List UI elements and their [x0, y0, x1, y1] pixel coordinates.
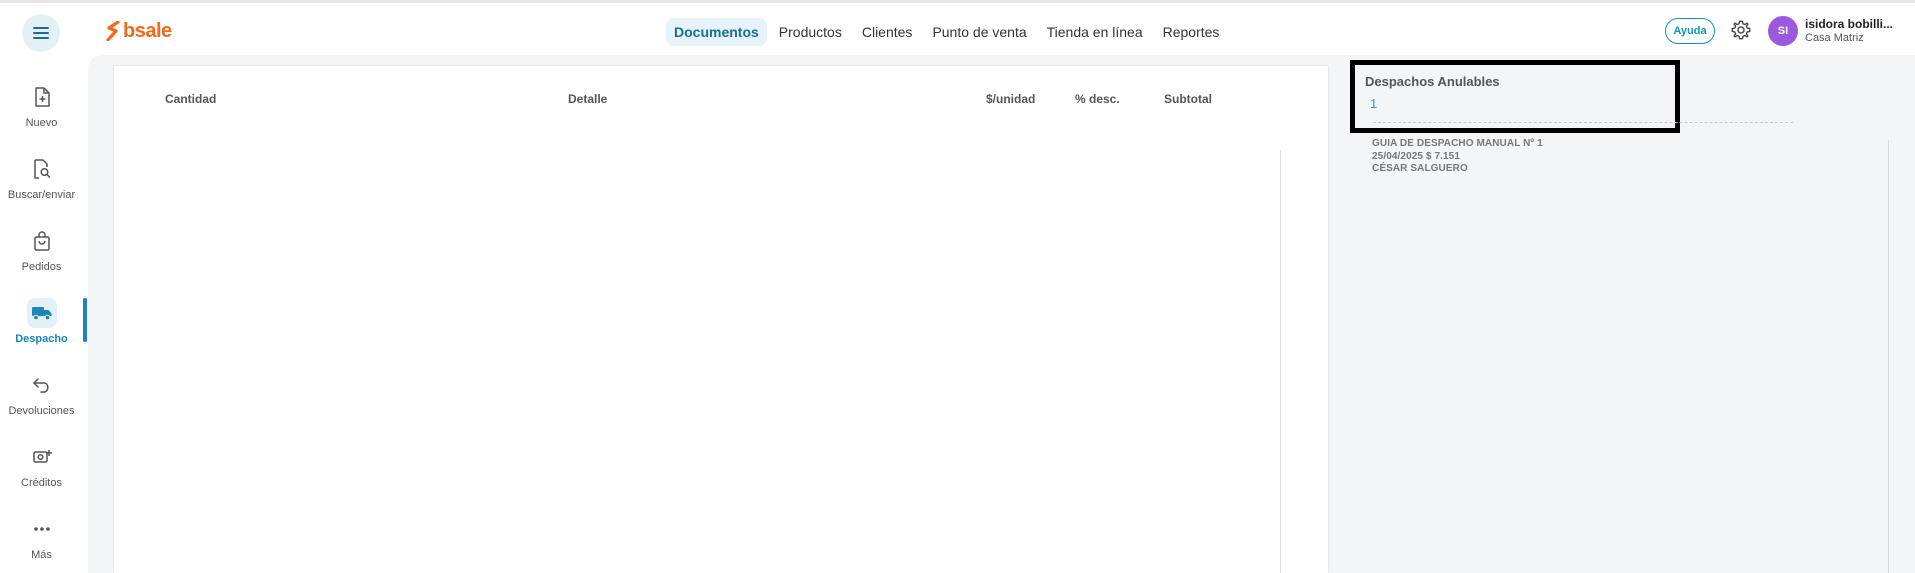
return-arrow-icon	[27, 370, 57, 400]
dispatch-entry-client: CÉSAR SALGUERO	[1372, 163, 1468, 174]
nav-tienda-en-linea[interactable]: Tienda en línea	[1039, 18, 1151, 46]
column-header-descuento: % desc.	[1075, 92, 1120, 106]
nav-clientes[interactable]: Clientes	[854, 18, 921, 46]
user-info[interactable]: isidora bobilli... Casa Matriz	[1805, 17, 1910, 44]
sidebar-item-label: Despacho	[15, 333, 68, 345]
sidebar-item-label: Pedidos	[21, 261, 62, 273]
sidebar-item-label: Nuevo	[25, 117, 58, 129]
sidebar-item-nuevo[interactable]: Nuevo	[0, 82, 83, 142]
sidebar-item-label: Buscar/enviar	[7, 189, 76, 201]
sidebar-item-devoluciones[interactable]: Devoluciones	[0, 370, 83, 430]
truck-icon	[26, 298, 57, 328]
document-details-panel: Cantidad Detalle $/unidad % desc. Subtot…	[114, 66, 1328, 573]
sidebar-item-buscar-enviar[interactable]: Buscar/enviar	[0, 154, 83, 214]
gear-icon[interactable]	[1730, 19, 1752, 41]
sidebar-item-creditos[interactable]: Créditos	[0, 442, 83, 502]
search-document-icon	[27, 154, 57, 184]
dispatch-panel-title: Despachos Anulables	[1365, 74, 1500, 89]
dashed-divider	[1373, 122, 1793, 123]
nav-productos[interactable]: Productos	[771, 18, 850, 46]
nav-documentos[interactable]: Documentos	[666, 18, 767, 46]
column-header-detalle: Detalle	[568, 92, 608, 106]
dispatch-entry-document: GUIA DE DESPACHO MANUAL Nº 1	[1372, 138, 1543, 149]
sidebar-item-label: Créditos	[21, 477, 62, 489]
shopping-bag-icon	[27, 226, 57, 256]
column-header-subtotal: Subtotal	[1164, 92, 1212, 106]
content-area: Cantidad Detalle $/unidad % desc. Subtot…	[88, 55, 1915, 573]
help-button[interactable]: Ayuda	[1665, 18, 1715, 44]
panel-divider	[1888, 140, 1889, 573]
dispatch-entry-date-amount: 25/04/2025 $ 7.151	[1372, 150, 1460, 162]
sidebar-item-label: Devoluciones	[8, 405, 75, 417]
column-header-precio-unidad: $/unidad	[986, 92, 1036, 106]
menu-button[interactable]	[22, 14, 60, 52]
column-header-cantidad: Cantidad	[165, 92, 217, 106]
sidebar-item-mas[interactable]: Más	[0, 514, 83, 573]
user-branch: Casa Matriz	[1805, 32, 1864, 44]
dispatch-count: 1	[1370, 96, 1378, 111]
hamburger-icon	[33, 27, 49, 39]
sidebar-item-label: Más	[31, 549, 52, 561]
bsale-logo-icon	[106, 21, 120, 41]
user-name: isidora bobilli...	[1805, 17, 1894, 31]
avatar[interactable]: SI	[1768, 16, 1798, 46]
logo-text: bsale	[123, 19, 172, 42]
new-document-icon	[27, 82, 57, 112]
cash-icon	[27, 442, 57, 472]
main-nav: Documentos Productos Clientes Punto de v…	[666, 17, 1227, 47]
dispatch-entry[interactable]: GUIA DE DESPACHO MANUAL Nº 1 25/04/2025 …	[1372, 138, 1543, 176]
nav-punto-de-venta[interactable]: Punto de venta	[924, 18, 1034, 46]
sidebar: Nuevo Buscar/enviar Pedidos Despacho Dev…	[0, 55, 87, 573]
more-dots-icon	[27, 514, 57, 544]
sidebar-item-despacho[interactable]: Despacho	[0, 298, 83, 358]
nav-reportes[interactable]: Reportes	[1155, 18, 1228, 46]
bsale-logo[interactable]: bsale	[106, 17, 172, 45]
sidebar-item-pedidos[interactable]: Pedidos	[0, 226, 83, 286]
active-indicator	[83, 298, 87, 342]
top-bar: bsale Documentos Productos Clientes Punt…	[0, 0, 1915, 55]
column-divider	[1280, 150, 1281, 573]
